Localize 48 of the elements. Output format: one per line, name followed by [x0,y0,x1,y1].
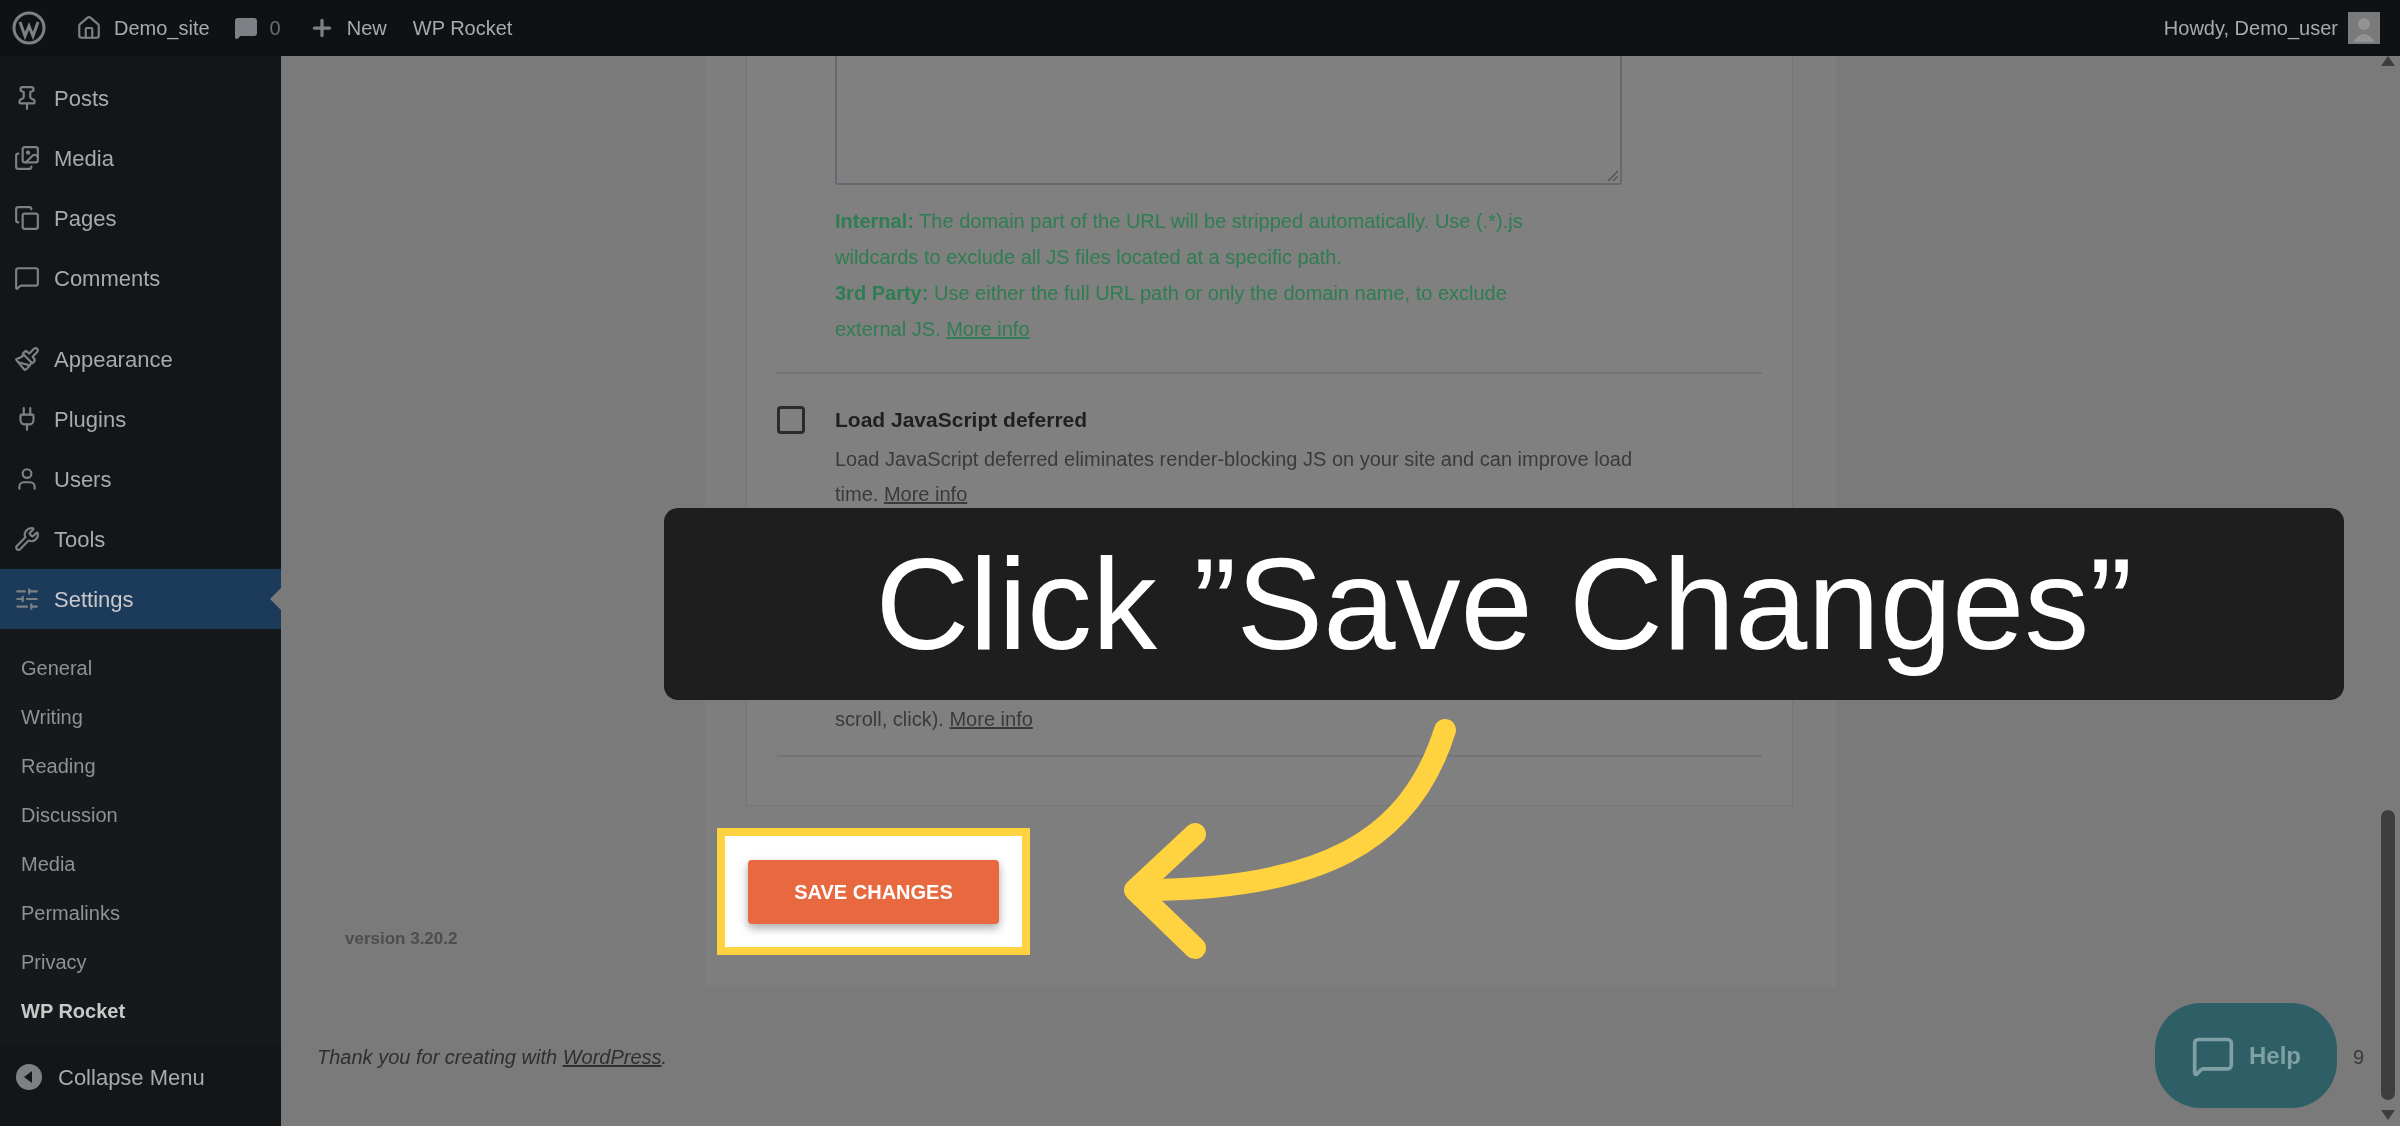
sidebar-item[interactable]: Pages [0,188,281,248]
help-text: 3rd Party: Use either the full URL path or only the domain name, to exclude external JS. More info [835,281,1508,342]
comment-icon [14,265,40,291]
collapse-menu-button[interactable]: Collapse Menu [0,1045,281,1109]
caption-text: Click ”Save Changes” [875,529,2133,679]
submenu-item[interactable]: Discussion [0,790,281,839]
logo-icon[interactable] [12,11,46,45]
option-description: Load JavaScript deferred eliminates render-blocking JS on your site and can improve load time. More info [835,446,1634,507]
home-icon [76,15,102,41]
sidebar-item[interactable]: Settings [0,569,281,629]
comment-icon [233,16,258,40]
scroll-thumb[interactable] [2381,810,2395,1100]
sidebar-item[interactable]: Media [0,128,281,188]
submenu-item[interactable]: Writing [0,692,281,741]
sidebar-item[interactable]: Posts [0,68,281,128]
new-link[interactable]: New [346,13,387,43]
paintbrush-icon [14,346,40,372]
option-title: Load JavaScript deferred [835,407,1088,433]
resize-handle-icon [1606,169,1618,181]
submenu-item[interactable]: General [0,643,281,692]
scroll-down-icon[interactable] [2381,1110,2395,1120]
sidebar-item[interactable]: Appearance [0,329,281,389]
submenu-item[interactable]: WP Rocket [0,986,281,1035]
sidebar-item[interactable]: Tools [0,509,281,569]
submenu-item[interactable]: Media [0,839,281,888]
sidebar-item[interactable]: Plugins [0,389,281,449]
plugin-link[interactable]: WP Rocket [412,13,513,43]
greeting-link[interactable]: Howdy, Demo_user [2163,13,2338,43]
wrench-icon [14,526,40,552]
submenu-item[interactable]: Permalinks [0,888,281,937]
avatar-icon[interactable] [2348,12,2380,44]
option-description: scroll, click). More info [835,706,1034,732]
site-name-link[interactable]: Demo_site [114,13,210,43]
collapse-icon [16,1064,42,1090]
help-text: Internal: The domain part of the URL will be stripped automatically. Use (.*).js wildcards to exclude all JS files located at a specific path. [835,209,1524,270]
textarea-field[interactable] [835,56,1622,185]
sliders-icon [14,586,40,612]
sidebar-item[interactable]: Comments [0,248,281,308]
footer-text: Thank you for creating with WordPress. [317,1044,668,1070]
current-pointer-icon [270,588,281,610]
submenu-item[interactable]: Privacy [0,937,281,986]
comments-count[interactable]: 0 [269,13,281,43]
pages-icon [14,205,40,231]
images-icon [14,145,40,171]
sidebar-item[interactable]: Users [0,449,281,509]
footer-version: 9 [2352,1044,2364,1070]
checkbox[interactable] [777,405,805,434]
submenu-item[interactable]: Reading [0,741,281,790]
